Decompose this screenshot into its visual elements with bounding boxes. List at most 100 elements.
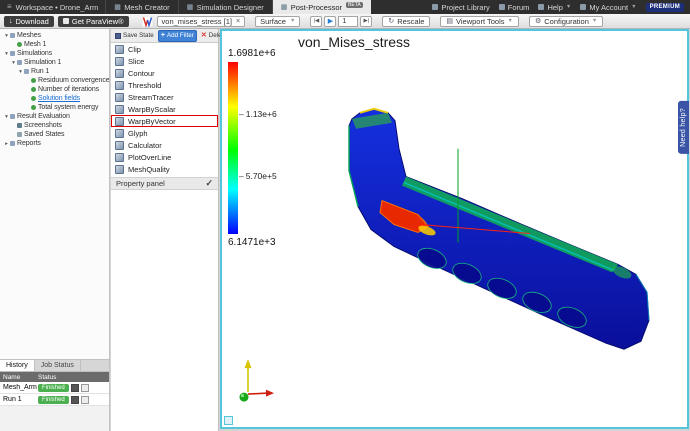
premium-badge: PREMIUM	[646, 3, 684, 12]
forum-icon	[499, 4, 505, 10]
log-button[interactable]	[71, 396, 79, 404]
viewport-indicator[interactable]	[224, 416, 233, 425]
play-button[interactable]: ▶	[324, 16, 336, 27]
add-filter-button[interactable]: + Add Filter	[158, 30, 197, 42]
main-tab[interactable]: ▦ Post-Processor BETA	[272, 0, 371, 14]
tree-item-label: Simulation 1	[24, 59, 61, 66]
tree-item-icon	[17, 42, 22, 47]
tree-item-label: Mesh 1	[24, 41, 46, 48]
filter-item[interactable]: Glyph	[111, 127, 218, 139]
tree-item-label: Residuum convergence plot	[38, 77, 110, 84]
filter-icon	[115, 129, 124, 138]
legend-title: von_Mises_stress	[298, 34, 410, 50]
forum-button[interactable]: Forum	[499, 3, 530, 12]
twisty-icon[interactable]: ▾	[3, 51, 10, 57]
filter-label: Contour	[128, 69, 155, 78]
rescale-button[interactable]: ↻ Rescale	[382, 16, 430, 27]
main-tabs: ▦ Mesh Creator ▦ Simulation Designer ▦ P…	[105, 0, 371, 14]
delete-button[interactable]	[81, 384, 89, 392]
tree-item-label: Number of iterations	[38, 86, 99, 93]
filter-item[interactable]: WarpByVector	[111, 115, 218, 127]
filter-item[interactable]: Slice	[111, 55, 218, 67]
first-frame-button[interactable]: |◀	[310, 16, 322, 27]
twisty-icon[interactable]: ▾	[3, 114, 10, 120]
tick-mark: –	[239, 171, 244, 181]
tree-item-label: Result Evaluation	[17, 113, 70, 120]
get-paraview-button[interactable]: Get ParaView®	[58, 16, 129, 27]
tree-item[interactable]: ▾ Simulations	[0, 49, 109, 58]
tree-item-icon	[31, 105, 36, 110]
representation-select[interactable]: Surface ▼	[255, 16, 300, 27]
configuration-menu[interactable]: ⚙ Configuration ▼	[529, 16, 603, 27]
main-tab[interactable]: ▦ Simulation Designer	[178, 0, 272, 14]
twisty-icon[interactable]: ▾	[3, 33, 10, 39]
download-icon: ↓	[9, 18, 13, 25]
history-tab[interactable]: Job Status	[35, 360, 81, 371]
filter-label: MeshQuality	[128, 165, 170, 174]
tree-item[interactable]: ▾ Run 1	[0, 67, 109, 76]
viewport-tools-menu[interactable]: ▤ Viewport Tools ▼	[440, 16, 519, 27]
my-account-menu[interactable]: My Account ▼	[580, 3, 636, 12]
twisty-icon[interactable]: ▾	[17, 69, 24, 75]
tree-item[interactable]: Solution fields	[0, 94, 109, 103]
tree-item[interactable]: ▸ Reports	[0, 139, 109, 148]
history-panel: History Job Status Name Status Mesh_Arm …	[0, 359, 110, 431]
help-menu[interactable]: Help ▼	[538, 3, 571, 12]
tree-item-label: Run 1	[31, 68, 49, 75]
delete-button[interactable]	[81, 396, 89, 404]
close-icon[interactable]: ×	[236, 18, 240, 25]
history-row[interactable]: Mesh_Arm Finished	[0, 382, 109, 394]
save-state-button[interactable]: Save State	[112, 30, 157, 42]
column-status: Status	[38, 374, 56, 381]
last-frame-button[interactable]: ▶|	[360, 16, 372, 27]
log-button[interactable]	[71, 384, 79, 392]
legend-max-value: 1.6981e+6	[228, 48, 276, 59]
status-badge: Finished	[38, 396, 69, 404]
project-library-button[interactable]: Project Library	[432, 3, 489, 12]
3d-model-render[interactable]	[222, 31, 687, 427]
tree-item[interactable]: Residuum convergence plot	[0, 76, 109, 85]
filter-item[interactable]: Clip	[111, 43, 218, 55]
main-tab[interactable]: ▦ Mesh Creator	[105, 0, 177, 14]
history-tab[interactable]: History	[0, 360, 35, 371]
twisty-icon[interactable]: ▾	[10, 60, 17, 66]
history-row[interactable]: Run 1 Finished	[0, 394, 109, 406]
tree-item[interactable]: Screenshots	[0, 121, 109, 130]
filter-panel-header: Save State + Add Filter ✕ Delete Filter	[111, 29, 218, 43]
tree-item[interactable]: ▾ Meshes	[0, 31, 109, 40]
filter-icon	[115, 57, 124, 66]
tree-item[interactable]: ▾ Result Evaluation	[0, 112, 109, 121]
beta-badge: BETA	[346, 2, 363, 8]
tab-label: Simulation Designer	[197, 3, 264, 12]
filter-icon	[115, 165, 124, 174]
property-panel-header[interactable]: Property panel ✓	[111, 177, 218, 190]
tree-item[interactable]: Saved States	[0, 130, 109, 139]
filter-item[interactable]: Contour	[111, 67, 218, 79]
filter-item[interactable]: MeshQuality	[111, 163, 218, 175]
filter-item[interactable]: PlotOverLine	[111, 151, 218, 163]
filter-item[interactable]: StreamTracer	[111, 91, 218, 103]
library-icon	[432, 4, 438, 10]
filter-item[interactable]: Threshold	[111, 79, 218, 91]
download-button[interactable]: ↓ Download	[4, 16, 54, 27]
dataset-chip[interactable]: von_mises_stress [1] ×	[157, 16, 246, 27]
need-help-tab[interactable]: Need help?	[678, 101, 689, 154]
filter-icon	[115, 117, 124, 126]
frame-input[interactable]: 1	[338, 16, 358, 27]
status-badge: Finished	[38, 384, 69, 392]
tree-item[interactable]: Total system energy	[0, 103, 109, 112]
filter-item[interactable]: WarpByScalar	[111, 103, 218, 115]
workspace-menu[interactable]: ≡ Workspace • Drone_Arm	[0, 0, 105, 14]
tree-item[interactable]: Number of iterations	[0, 85, 109, 94]
tree-item-icon	[24, 69, 29, 74]
tree-item-icon	[10, 114, 15, 119]
filter-item[interactable]: Calculator	[111, 139, 218, 151]
chevron-down-icon: ▼	[631, 4, 636, 10]
tree-item-icon	[17, 60, 22, 65]
tree-item[interactable]: Mesh 1	[0, 40, 109, 49]
render-viewport[interactable]: von_Mises_stress 1.6981e+6 – 1.13e+6 – 5…	[220, 29, 689, 429]
twisty-icon[interactable]: ▸	[3, 141, 10, 147]
tree-item[interactable]: ▾ Simulation 1	[0, 58, 109, 67]
hamburger-icon[interactable]: ≡	[7, 3, 12, 11]
save-icon	[115, 33, 121, 39]
